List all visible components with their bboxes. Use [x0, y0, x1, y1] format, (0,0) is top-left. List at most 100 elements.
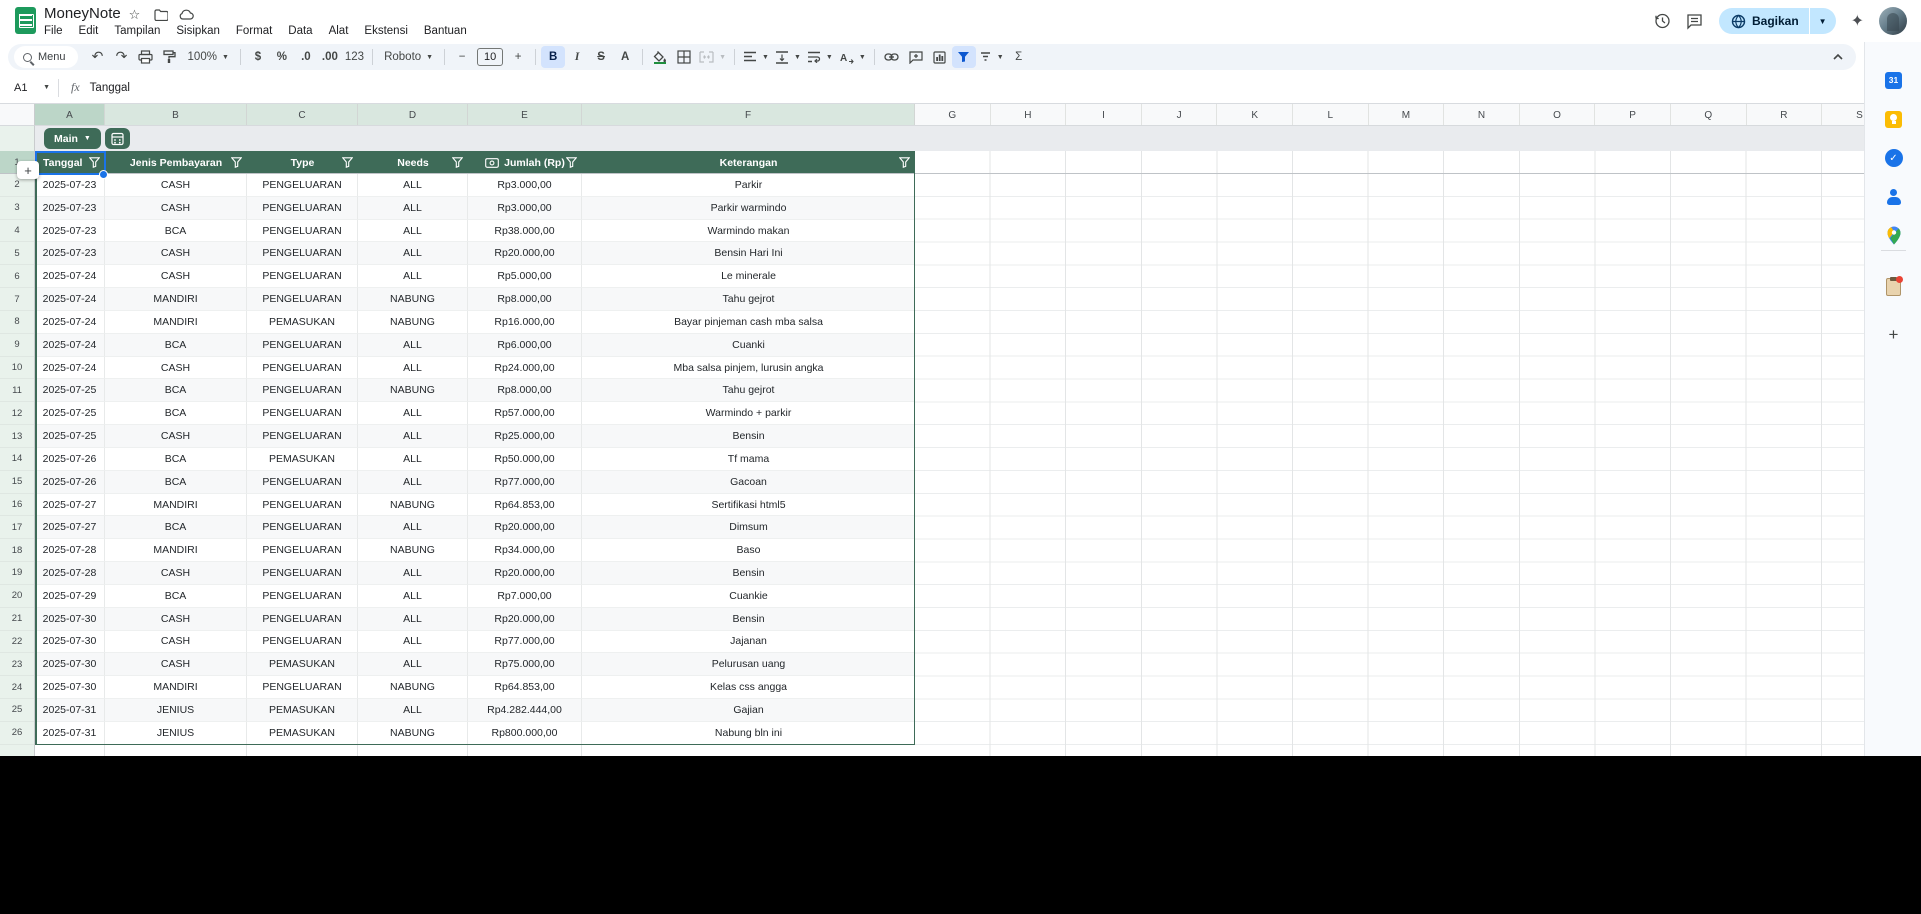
font-size-input[interactable]: 10 — [477, 48, 503, 66]
column-header-M[interactable]: M — [1369, 104, 1445, 126]
increase-font-size-button[interactable]: + — [506, 46, 530, 68]
cell-F15[interactable]: Gacoan — [582, 471, 915, 494]
cell-A22[interactable]: 2025-07-30 — [35, 631, 105, 654]
collapse-toolbar-button[interactable] — [1832, 44, 1844, 70]
cell-E8[interactable]: Rp16.000,00 — [468, 311, 582, 334]
cell-F21[interactable]: Bensin — [582, 608, 915, 631]
cell-D23[interactable]: ALL — [358, 653, 468, 676]
undo-button[interactable]: ↶ — [86, 46, 110, 68]
cell-E5[interactable]: Rp20.000,00 — [468, 242, 582, 265]
menu-edit[interactable]: Edit — [71, 23, 107, 39]
menu-data[interactable]: Data — [280, 23, 320, 39]
cell-A21[interactable]: 2025-07-30 — [35, 608, 105, 631]
cell-C8[interactable]: PEMASUKAN — [247, 311, 358, 334]
cell-E10[interactable]: Rp24.000,00 — [468, 357, 582, 380]
column-header-A[interactable]: A — [35, 104, 105, 126]
cell-A10[interactable]: 2025-07-24 — [35, 357, 105, 380]
comment-history-icon[interactable] — [1686, 12, 1704, 30]
cell-D6[interactable]: ALL — [358, 265, 468, 288]
increase-decimals-button[interactable]: .00 — [318, 46, 342, 68]
cell-B24[interactable]: MANDIRI — [105, 676, 247, 699]
cell-C24[interactable]: PENGELUARAN — [247, 676, 358, 699]
cell-D11[interactable]: NABUNG — [358, 379, 468, 402]
cell-A8[interactable]: 2025-07-24 — [35, 311, 105, 334]
row-header-7[interactable]: 7 — [0, 288, 34, 311]
cell-C23[interactable]: PEMASUKAN — [247, 653, 358, 676]
cell-C22[interactable]: PENGELUARAN — [247, 631, 358, 654]
cell-D15[interactable]: ALL — [358, 471, 468, 494]
cell-D26[interactable]: NABUNG — [358, 722, 468, 745]
cell-E11[interactable]: Rp8.000,00 — [468, 379, 582, 402]
cell-F2[interactable]: Parkir — [582, 174, 915, 197]
cell-C4[interactable]: PENGELUARAN — [247, 220, 358, 243]
italic-button[interactable]: I — [565, 46, 589, 68]
table-header-jenis-pembayaran[interactable]: Jenis Pembayaran — [105, 151, 247, 174]
row-header-21[interactable]: 21 — [0, 608, 34, 631]
cell-F6[interactable]: Le minerale — [582, 265, 915, 288]
cell-B21[interactable]: CASH — [105, 608, 247, 631]
cell-C17[interactable]: PENGELUARAN — [247, 516, 358, 539]
cell-B22[interactable]: CASH — [105, 631, 247, 654]
cell-A24[interactable]: 2025-07-30 — [35, 676, 105, 699]
cell-A9[interactable]: 2025-07-24 — [35, 334, 105, 357]
column-header-B[interactable]: B — [105, 104, 247, 126]
cell-B18[interactable]: MANDIRI — [105, 539, 247, 562]
row-header-22[interactable]: 22 — [0, 631, 34, 654]
cell-A15[interactable]: 2025-07-26 — [35, 471, 105, 494]
cell-B2[interactable]: CASH — [105, 174, 247, 197]
version-history-icon[interactable] — [1653, 12, 1671, 30]
row-header-18[interactable]: 18 — [0, 539, 34, 562]
column-header-C[interactable]: C — [247, 104, 358, 126]
cell-D20[interactable]: ALL — [358, 585, 468, 608]
row-header-15[interactable]: 15 — [0, 471, 34, 494]
currency-format-button[interactable]: $ — [246, 46, 270, 68]
cell-B7[interactable]: MANDIRI — [105, 288, 247, 311]
row-header-10[interactable]: 10 — [0, 357, 34, 380]
fill-handle[interactable] — [99, 170, 108, 179]
cell-A17[interactable]: 2025-07-27 — [35, 516, 105, 539]
cell-E23[interactable]: Rp75.000,00 — [468, 653, 582, 676]
cell-D24[interactable]: NABUNG — [358, 676, 468, 699]
sheets-logo-icon[interactable] — [15, 7, 36, 34]
cell-F11[interactable]: Tahu gejrot — [582, 379, 915, 402]
cell-C21[interactable]: PENGELUARAN — [247, 608, 358, 631]
cell-F3[interactable]: Parkir warmindo — [582, 197, 915, 220]
strikethrough-button[interactable]: S — [589, 46, 613, 68]
borders-button[interactable] — [672, 46, 696, 68]
cell-B25[interactable]: JENIUS — [105, 699, 247, 722]
name-box[interactable]: A1 ▼ — [0, 82, 58, 94]
menu-alat[interactable]: Alat — [321, 23, 357, 39]
cell-E6[interactable]: Rp5.000,00 — [468, 265, 582, 288]
column-header-O[interactable]: O — [1520, 104, 1596, 126]
filter-views-button[interactable]: ▼ — [976, 46, 1007, 68]
cell-D8[interactable]: NABUNG — [358, 311, 468, 334]
font-size-button[interactable]: 10 — [474, 46, 506, 68]
cell-A13[interactable]: 2025-07-25 — [35, 425, 105, 448]
row-header-8[interactable]: 8 — [0, 311, 34, 334]
cell-C12[interactable]: PENGELUARAN — [247, 402, 358, 425]
text-rotation-button[interactable]: A▼ — [836, 46, 869, 68]
document-title[interactable]: MoneyNote — [44, 5, 121, 22]
sidebar-calendar-button[interactable]: 31 — [1865, 68, 1921, 92]
sidebar-contacts-button[interactable] — [1865, 185, 1921, 209]
cell-D4[interactable]: ALL — [358, 220, 468, 243]
cell-B20[interactable]: BCA — [105, 585, 247, 608]
cell-E4[interactable]: Rp38.000,00 — [468, 220, 582, 243]
cell-A23[interactable]: 2025-07-30 — [35, 653, 105, 676]
cell-B12[interactable]: BCA — [105, 402, 247, 425]
column-header-N[interactable]: N — [1444, 104, 1520, 126]
cell-A14[interactable]: 2025-07-26 — [35, 448, 105, 471]
empty-cells-area[interactable] — [915, 174, 1864, 756]
user-avatar[interactable] — [1879, 7, 1907, 35]
sidebar-tasks-button[interactable]: ✓ — [1865, 146, 1921, 170]
cell-A3[interactable]: 2025-07-23 — [35, 197, 105, 220]
vertical-align-button[interactable]: ▼ — [772, 46, 804, 68]
cell-F14[interactable]: Tf mama — [582, 448, 915, 471]
text-color-button[interactable]: A — [613, 46, 637, 68]
cell-D9[interactable]: ALL — [358, 334, 468, 357]
row-header-3[interactable]: 3 — [0, 197, 34, 220]
cell-A19[interactable]: 2025-07-28 — [35, 562, 105, 585]
cell-B15[interactable]: BCA — [105, 471, 247, 494]
cell-A12[interactable]: 2025-07-25 — [35, 402, 105, 425]
row-header-26[interactable]: 26 — [0, 722, 34, 745]
